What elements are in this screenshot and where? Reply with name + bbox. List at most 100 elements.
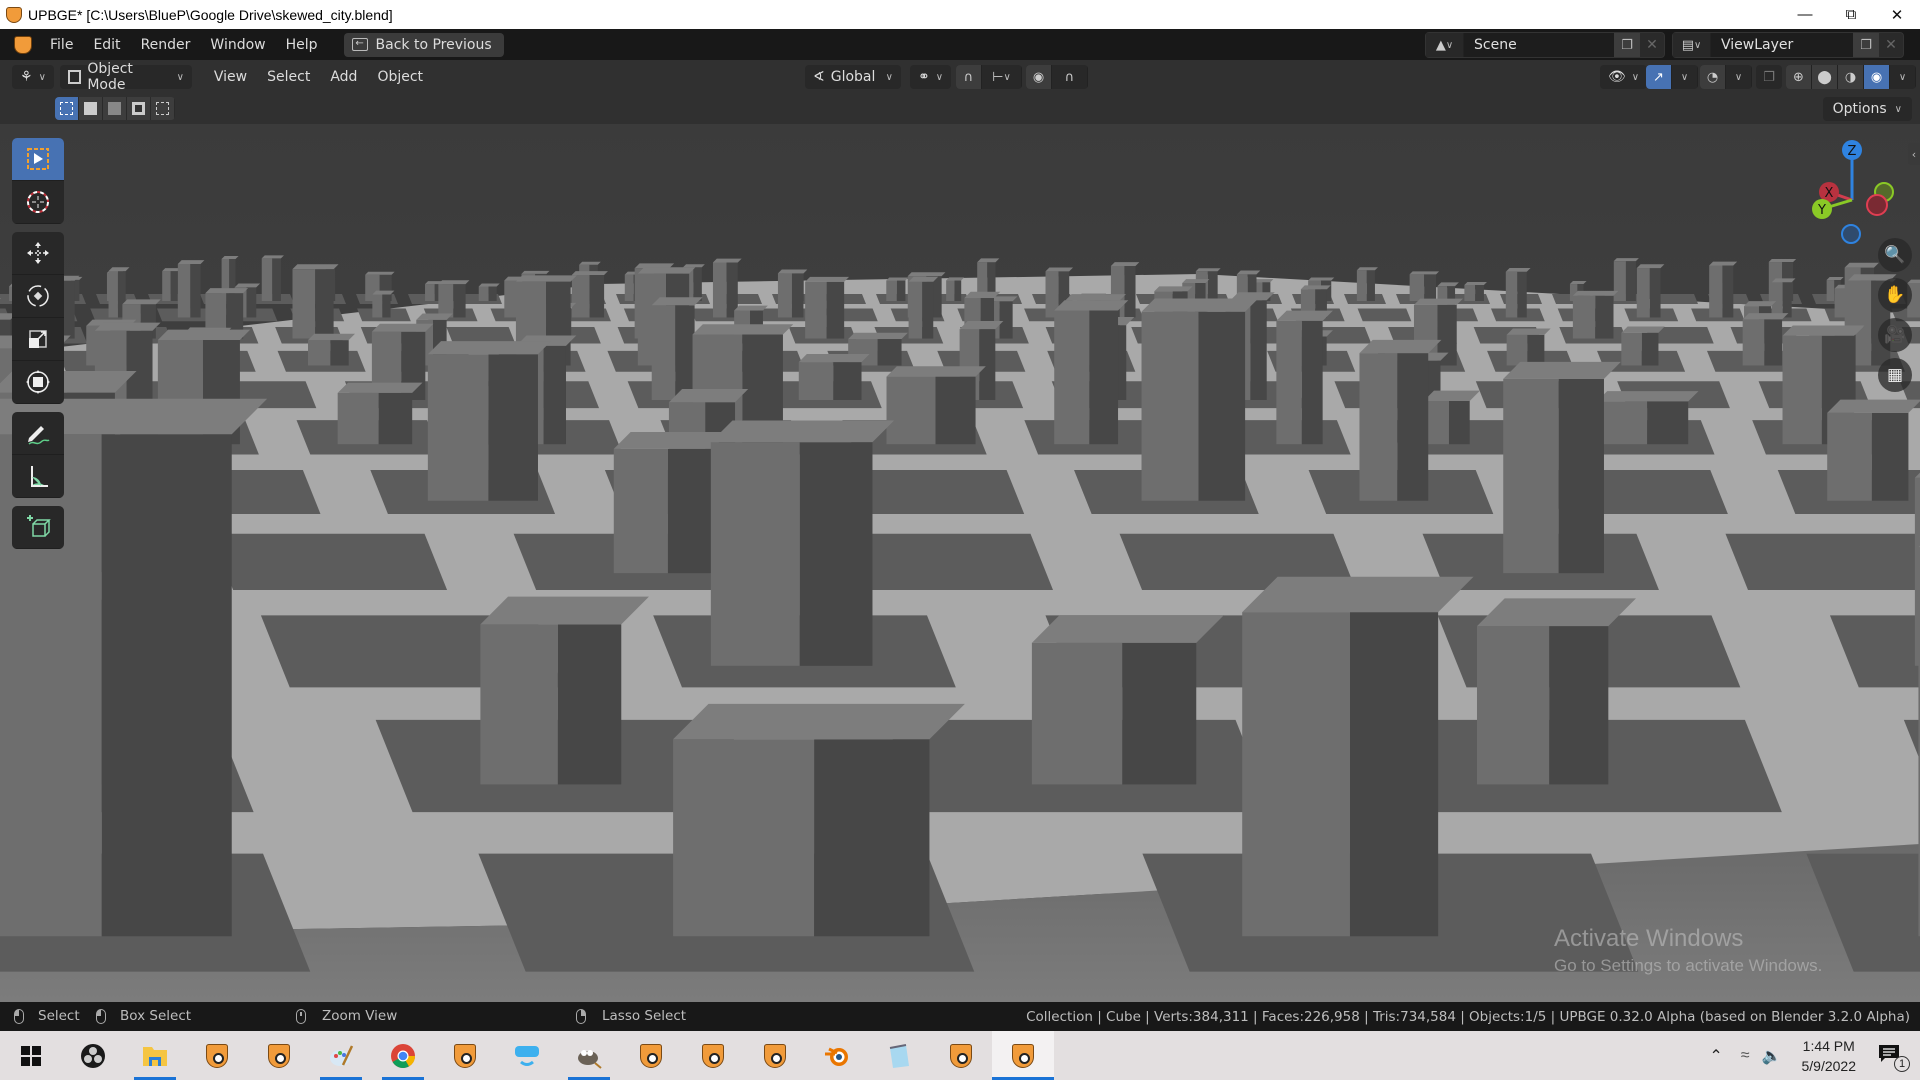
taskbar-vr[interactable] xyxy=(496,1031,558,1080)
tool-select-box[interactable] xyxy=(12,138,64,181)
window-title: UPBGE* [C:\Users\BlueP\Google Drive\skew… xyxy=(28,6,393,23)
taskbar-chrome[interactable] xyxy=(372,1031,434,1080)
taskbar-upbge-5[interactable] xyxy=(682,1031,744,1080)
volume-button[interactable]: 🔈 xyxy=(1762,1046,1782,1066)
tool-transform[interactable] xyxy=(12,361,64,404)
view-layer-browse-button[interactable]: ▤ ∨ xyxy=(1673,33,1711,57)
scene-delete-button[interactable]: ✕ xyxy=(1640,33,1664,57)
select-mode-set[interactable] xyxy=(55,97,79,120)
menu-file[interactable]: File xyxy=(40,37,83,53)
mouse-left-icon xyxy=(14,1008,24,1024)
paint-palette-icon xyxy=(330,1044,354,1066)
building xyxy=(1356,267,1378,301)
select-mode-invert[interactable] xyxy=(127,97,151,120)
clock[interactable]: 1:44 PM 5/9/2022 xyxy=(1802,1036,1857,1076)
ortho-toggle-button[interactable]: ▦ xyxy=(1878,358,1912,392)
taskbar-obs[interactable] xyxy=(62,1031,124,1080)
taskbar-upbge-8[interactable] xyxy=(992,1031,1054,1080)
menu-render[interactable]: Render xyxy=(131,37,201,53)
view-layer-new-button[interactable]: ❐ xyxy=(1853,33,1879,57)
pivot-point-dropdown[interactable]: ⚭ ∨ xyxy=(910,65,952,89)
proportional-edit-toggle[interactable]: ◉ xyxy=(1026,65,1052,89)
select-mode-extend[interactable] xyxy=(79,97,103,120)
select-mode-subtract[interactable] xyxy=(103,97,127,120)
network-button[interactable]: ≈ xyxy=(1741,1047,1750,1065)
falloff-dropdown[interactable]: ∩ xyxy=(1052,65,1088,89)
menu-view[interactable]: View xyxy=(204,69,257,85)
tool-scale[interactable] xyxy=(12,318,64,361)
scene-new-button[interactable]: ❐ xyxy=(1614,33,1640,57)
menu-window[interactable]: Window xyxy=(200,37,275,53)
scene-browse-button[interactable]: ▲ ∨ xyxy=(1426,33,1464,57)
taskbar-upbge-1[interactable] xyxy=(186,1031,248,1080)
snap-target-dropdown[interactable]: ⊢ ∨ xyxy=(982,65,1022,89)
gizmo-dropdown[interactable]: ∨ xyxy=(1672,65,1698,89)
select-mode-intersect[interactable] xyxy=(151,97,175,120)
building xyxy=(1709,261,1738,318)
tool-cursor[interactable] xyxy=(12,181,64,224)
hint-zoom-view-label: Zoom View xyxy=(322,1008,398,1024)
restore-button[interactable]: ⧉ xyxy=(1828,0,1874,29)
shading-material[interactable]: ◑ xyxy=(1838,65,1864,89)
tool-annotate[interactable] xyxy=(12,412,64,455)
tool-rotate[interactable] xyxy=(12,275,64,318)
shading-wireframe[interactable]: ⊕ xyxy=(1786,65,1812,89)
tool-move[interactable] xyxy=(12,232,64,275)
taskbar-upbge-4[interactable] xyxy=(620,1031,682,1080)
visibility-dropdown[interactable]: 👁 ∨ xyxy=(1600,65,1648,89)
hint-box-select: Box Select xyxy=(96,1008,191,1024)
neg-z-handle[interactable] xyxy=(1841,224,1861,244)
taskbar-upbge-6[interactable] xyxy=(744,1031,806,1080)
taskbar-upbge-2[interactable] xyxy=(248,1031,310,1080)
pan-button[interactable]: ✋ xyxy=(1878,278,1912,312)
menu-select[interactable]: Select xyxy=(257,69,320,85)
tool-measure[interactable] xyxy=(12,455,64,498)
back-to-previous-button[interactable]: ← Back to Previous xyxy=(343,32,504,57)
3d-viewport[interactable] xyxy=(0,124,1920,1002)
taskbar-gimp[interactable] xyxy=(558,1031,620,1080)
show-hidden-icons-button[interactable]: ⌃ xyxy=(1709,1046,1722,1066)
hint-lasso-select: Lasso Select xyxy=(576,1008,686,1024)
taskbar-file-explorer[interactable] xyxy=(124,1031,186,1080)
overlay-toggle[interactable]: ◔ xyxy=(1700,65,1726,89)
options-dropdown[interactable]: Options ∨ xyxy=(1822,97,1912,121)
neg-x-handle[interactable] xyxy=(1866,194,1888,216)
gizmo-toggle[interactable]: ↗ xyxy=(1646,65,1672,89)
menu-edit[interactable]: Edit xyxy=(83,37,130,53)
shading-dropdown[interactable]: ∨ xyxy=(1890,65,1916,89)
xray-toggle[interactable]: ❐ xyxy=(1756,65,1782,89)
taskbar-upbge-3[interactable] xyxy=(434,1031,496,1080)
upbge-icon xyxy=(454,1043,476,1068)
menu-object[interactable]: Object xyxy=(367,69,433,85)
city-block xyxy=(1357,308,1412,322)
taskbar-paint[interactable] xyxy=(310,1031,372,1080)
windows-start-icon xyxy=(21,1045,41,1066)
taskbar-notepad[interactable] xyxy=(868,1031,930,1080)
editor-type-button[interactable]: ⚘ ∨ xyxy=(12,65,54,89)
menu-help[interactable]: Help xyxy=(276,37,328,53)
scene-selector: ▲ ∨ Scene ❐ ✕ xyxy=(1425,32,1665,58)
upbge-icon xyxy=(1012,1043,1034,1068)
transform-orientation-dropdown[interactable]: ∢ Global ∨ xyxy=(805,65,901,89)
camera-view-button[interactable]: 🎥 xyxy=(1878,318,1912,352)
menu-add[interactable]: Add xyxy=(320,69,367,85)
view-layer-delete-button[interactable]: ✕ xyxy=(1879,33,1903,57)
taskbar-upbge-7[interactable] xyxy=(930,1031,992,1080)
snap-toggle[interactable]: ∩ xyxy=(956,65,982,89)
shading-rendered[interactable]: ◉ xyxy=(1864,65,1890,89)
taskbar-start[interactable] xyxy=(0,1031,62,1080)
zoom-button[interactable]: 🔍 xyxy=(1878,238,1912,272)
sidebar-toggle[interactable]: ‹ xyxy=(1908,143,1920,165)
notification-center-button[interactable]: 1 xyxy=(1878,1044,1910,1072)
scene-name-field[interactable]: Scene xyxy=(1464,33,1614,57)
shading-solid[interactable]: ⬤ xyxy=(1812,65,1838,89)
minimize-button[interactable]: — xyxy=(1782,0,1828,29)
upbge-logo-icon[interactable] xyxy=(14,35,32,54)
navigation-gizmo[interactable]: X Y Z xyxy=(1804,136,1900,246)
overlay-dropdown[interactable]: ∨ xyxy=(1726,65,1752,89)
mode-dropdown[interactable]: Object Mode ∨ xyxy=(59,61,192,93)
tool-add-cube[interactable] xyxy=(12,506,64,549)
view-layer-name-field[interactable]: ViewLayer xyxy=(1711,33,1853,57)
close-button[interactable]: ✕ xyxy=(1874,0,1920,29)
taskbar-blender[interactable] xyxy=(806,1031,868,1080)
